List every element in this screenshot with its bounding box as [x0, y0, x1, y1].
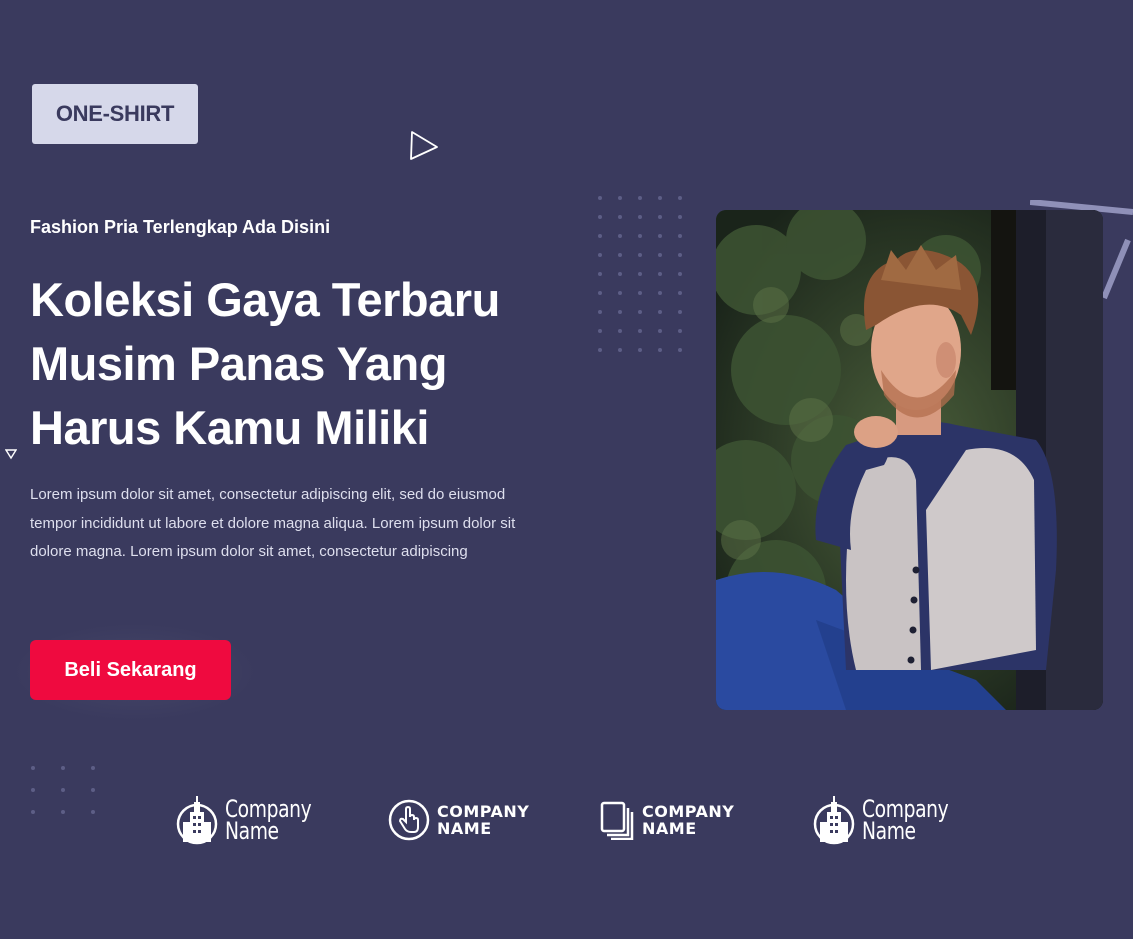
- dot: [678, 196, 682, 200]
- dot: [91, 766, 95, 770]
- dot: [658, 348, 662, 352]
- dot: [618, 272, 622, 276]
- hand-pointer-icon: [388, 799, 430, 841]
- partner-name-line: COMPANY: [642, 802, 735, 821]
- description-line: tempor incididunt ut labore et dolore ma…: [30, 514, 516, 532]
- dot: [618, 215, 622, 219]
- dot: [598, 272, 602, 276]
- dot: [658, 215, 662, 219]
- dot: [618, 253, 622, 257]
- dot: [678, 329, 682, 333]
- dot: [598, 196, 602, 200]
- dot: [638, 215, 642, 219]
- buy-now-button[interactable]: Beli Sekarang: [30, 640, 231, 700]
- partner-logo[interactable]: COMPANY NAME: [387, 790, 529, 850]
- dot: [61, 766, 65, 770]
- triangle-down-decoration: [5, 449, 17, 460]
- dot: [638, 310, 642, 314]
- site-logo[interactable]: ONE-SHIRT: [32, 84, 198, 144]
- hero-description: Lorem ipsum dolor sit amet, consectetur …: [30, 481, 570, 567]
- dot: [658, 272, 662, 276]
- dot: [598, 215, 602, 219]
- play-triangle-decoration: [410, 131, 438, 160]
- partner-logo[interactable]: Company Name: [175, 790, 325, 850]
- partner-name-line: NAME: [642, 819, 697, 838]
- dot: [618, 348, 622, 352]
- partner-name-line: Name: [225, 817, 279, 845]
- dot: [658, 253, 662, 257]
- dot: [678, 310, 682, 314]
- dot: [678, 272, 682, 276]
- headline-line: Musim Panas Yang: [30, 337, 447, 390]
- dot: [638, 329, 642, 333]
- dot: [678, 215, 682, 219]
- dot: [638, 234, 642, 238]
- dot: [618, 291, 622, 295]
- partner-name-line: COMPANY: [437, 802, 530, 821]
- partner-name-line: NAME: [437, 819, 492, 838]
- dot: [658, 234, 662, 238]
- dot: [638, 348, 642, 352]
- dot: [598, 291, 602, 295]
- dot: [658, 329, 662, 333]
- dot: [598, 310, 602, 314]
- dot: [658, 310, 662, 314]
- headline-line: Koleksi Gaya Terbaru: [30, 273, 500, 326]
- pages-icon: [600, 801, 634, 840]
- description-line: Lorem ipsum dolor sit amet, consectetur …: [30, 486, 506, 503]
- partner-logo[interactable]: COMPANY NAME: [600, 790, 734, 850]
- hero-headline: Koleksi Gaya Terbaru Musim Panas Yang Ha…: [30, 268, 590, 460]
- dot: [638, 196, 642, 200]
- dot: [618, 329, 622, 333]
- dot: [638, 253, 642, 257]
- dot: [658, 291, 662, 295]
- headline-line: Harus Kamu Miliki: [30, 401, 429, 454]
- dot: [658, 196, 662, 200]
- dot: [618, 196, 622, 200]
- model-illustration: [716, 210, 1103, 710]
- dot: [618, 310, 622, 314]
- dot: [618, 234, 622, 238]
- description-line: dolore magna. Lorem ipsum dolor sit amet…: [30, 543, 468, 560]
- dot: [678, 291, 682, 295]
- dot-grid-decoration: [598, 196, 688, 356]
- partner-name-line: Name: [862, 817, 916, 845]
- hero-model-photo: [716, 210, 1103, 710]
- partner-logo[interactable]: Company Name: [812, 790, 962, 850]
- dot: [638, 272, 642, 276]
- hero-section: ONE-SHIRT Fashion Pria Terlengkap Ada Di…: [0, 0, 1133, 939]
- dot: [638, 291, 642, 295]
- building-icon: [176, 796, 218, 845]
- building-icon: [813, 796, 855, 845]
- dot: [598, 253, 602, 257]
- hero-subtitle: Fashion Pria Terlengkap Ada Disini: [30, 217, 331, 237]
- dot: [598, 234, 602, 238]
- dot: [678, 348, 682, 352]
- dot: [598, 329, 602, 333]
- dot: [598, 348, 602, 352]
- partner-logos: Company Name COMPANY NAME COMPANY NAME C…: [0, 790, 1133, 850]
- dot: [678, 234, 682, 238]
- dot: [31, 766, 35, 770]
- dot: [678, 253, 682, 257]
- logo-text: ONE-SHIRT: [55, 101, 175, 126]
